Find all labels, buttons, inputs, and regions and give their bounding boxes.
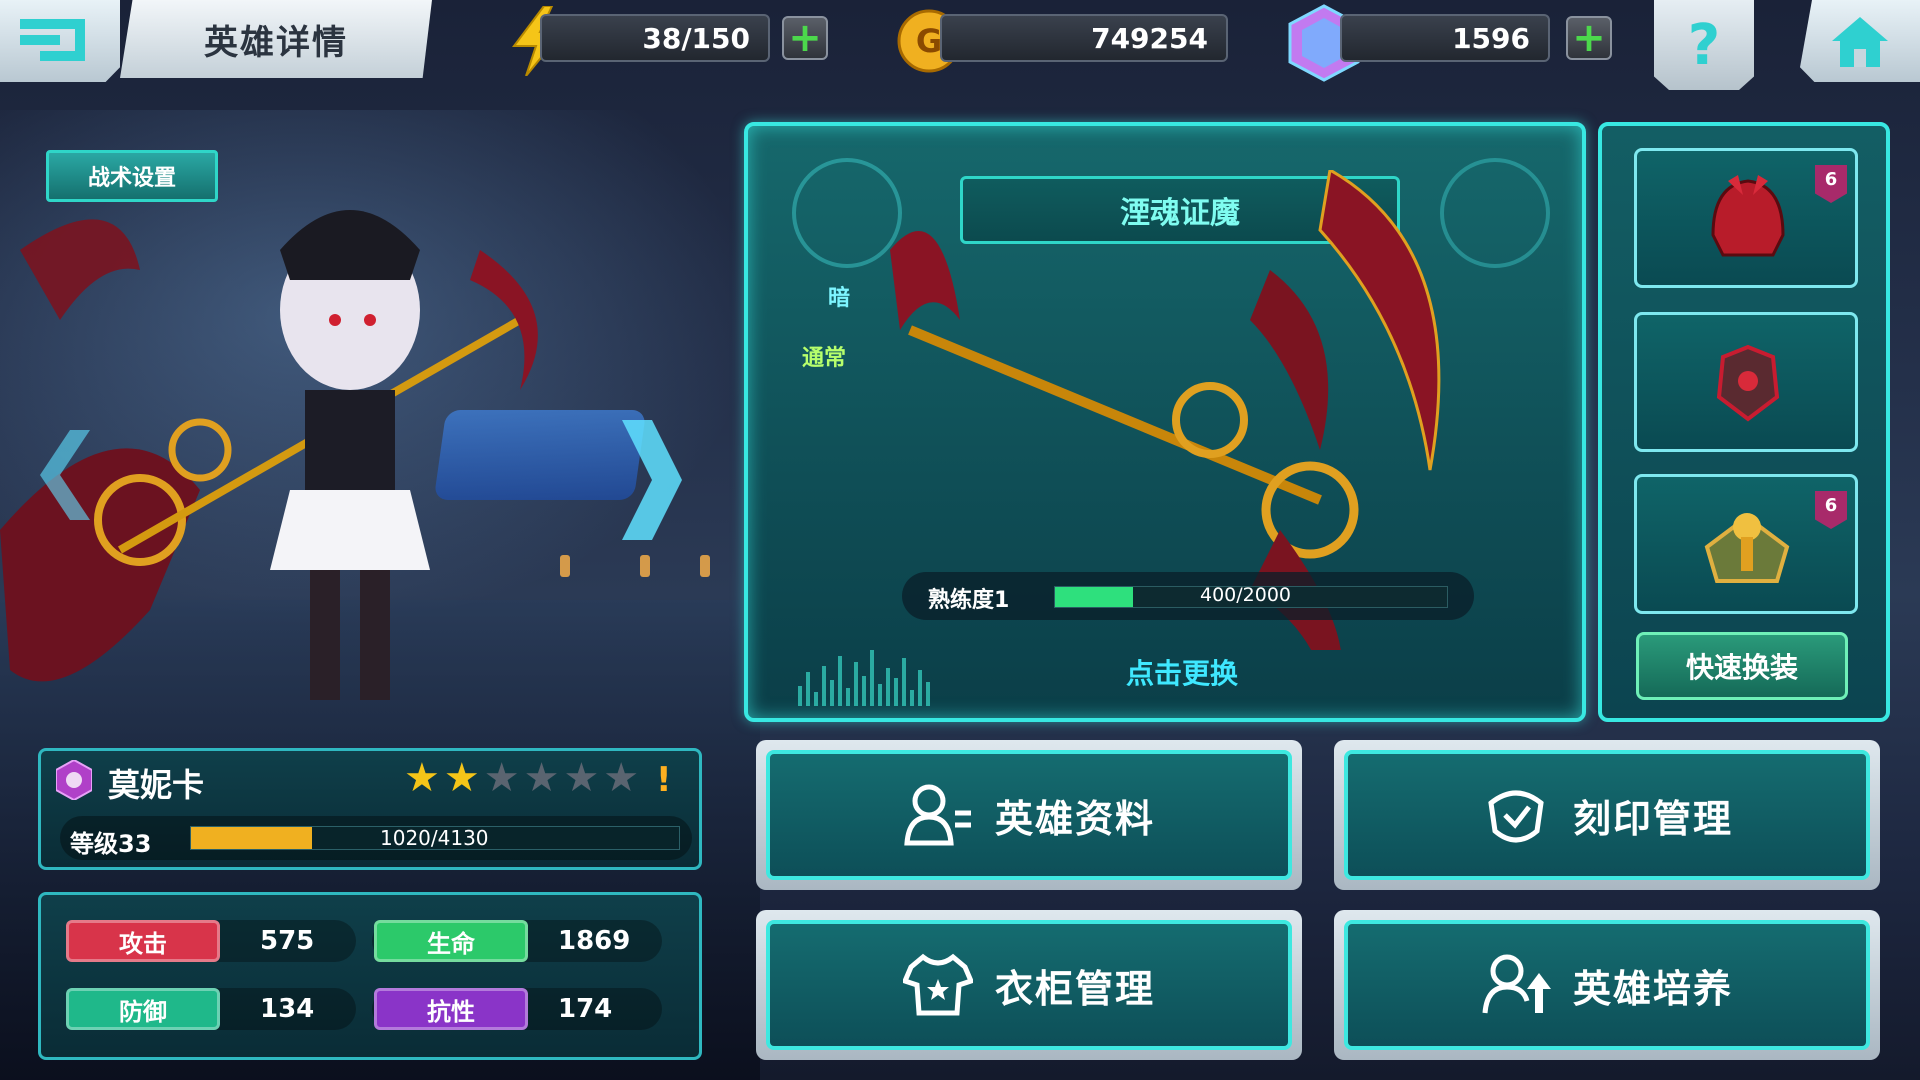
attack-value: 575 [260,926,315,956]
add-energy-button[interactable]: + [782,15,828,61]
hero-profile-button-inner: 英雄资料 [766,750,1292,880]
imprint-icon [1488,790,1544,843]
wardrobe-management-button-inner: 衣柜管理 [766,920,1292,1050]
prev-hero-arrow-icon[interactable] [40,430,90,520]
quick-change-label: 快速换装 [1685,651,1798,684]
slot-level-badge: 6 [1815,491,1847,529]
stats-panel [38,892,702,1060]
wardrobe-management-button[interactable]: 衣柜管理 [756,910,1302,1060]
imprint-management-button-inner: 刻印管理 [1344,750,1870,880]
proficiency-label: 熟练度1 [928,588,1010,613]
equalizer-bar [814,692,818,706]
equalizer-bar [862,676,866,706]
hero-training-button-inner: 英雄培养 [1344,920,1870,1050]
wardrobe-shirt-icon [902,953,973,1016]
equalizer-bar [854,662,858,706]
add-gems-button[interactable]: + [1566,15,1612,61]
hero-level: 等级33 [70,830,152,858]
hero-name: 莫妮卡 [108,766,205,804]
resist-value: 174 [558,994,613,1024]
star-empty-icon: ★ [483,755,520,801]
equalizer-bar [918,670,922,706]
xp-value: 1020/4130 [380,826,489,850]
hero-training-label: 英雄培养 [1572,966,1733,1011]
background-light [640,555,650,577]
equalizer-bar [838,656,842,706]
equalizer-bar [830,680,834,706]
equalizer-decoration [798,640,958,706]
hero-profile-button[interactable]: 英雄资料 [756,740,1302,890]
page-title-text: 英雄详情 [204,22,348,63]
quick-change-button[interactable]: 快速换装 [1636,632,1848,700]
slot-level-badge: 6 [1815,165,1847,203]
imprint-management-button[interactable]: 刻印管理 [1334,740,1880,890]
hero-profile-icon [904,784,971,846]
star-filled-icon: ★ [404,755,440,801]
hero-training-button[interactable]: 英雄培养 [1334,910,1880,1060]
gem-value: 1596 [1452,21,1530,55]
defense-value: 134 [260,994,315,1024]
equalizer-bar [878,684,882,706]
hero-character-art [0,210,538,700]
help-button[interactable]: ? [1654,0,1754,90]
question-icon: ? [1687,12,1721,78]
hero-star-rating: ★ ★ ★ ★ ★ ★ [404,758,639,798]
equipment-slot-accessory[interactable]: 6 [1634,474,1858,614]
resist-tag: 抗性 [374,988,528,1030]
equalizer-bar [822,666,826,706]
star-empty-icon: ★ [603,755,640,801]
star-empty-icon: ★ [563,755,600,801]
wardrobe-management-label: 衣柜管理 [994,966,1155,1011]
home-button[interactable] [1800,0,1920,82]
hero-profile-label: 英雄资料 [994,796,1155,841]
gold-value: 749254 [1091,21,1208,55]
proficiency-value: 400/2000 [1200,584,1292,606]
xp-fill [191,827,312,849]
star-empty-icon: ★ [523,755,560,801]
home-icon [1832,17,1888,67]
page-title: 英雄详情 [120,0,432,78]
equalizer-bar [910,690,914,706]
energy-value: 38/150 [642,21,750,55]
red-armor-icon [1716,344,1780,422]
attack-tag: 攻击 [66,920,220,962]
imprint-management-label: 刻印管理 [1572,796,1733,841]
back-arrow-icon [20,19,85,61]
background-light [700,555,710,577]
golden-emblem-icon [1704,513,1790,583]
upgrade-alert-icon[interactable]: ! [656,760,672,800]
defense-tag: 防御 [66,988,220,1030]
equalizer-bar [894,678,898,706]
equalizer-bar [870,650,874,706]
hero-class-icon [56,760,92,800]
equalizer-bar [806,672,810,706]
weapon-element: 暗 [828,286,851,311]
change-weapon-button[interactable]: 点击更换 [1126,652,1238,692]
equalizer-bar [902,658,906,706]
next-hero-arrow-icon[interactable] [622,420,682,540]
star-filled-icon: ★ [443,755,480,801]
proficiency-fill [1055,587,1134,607]
equalizer-bar [926,682,930,706]
hp-value: 1869 [558,926,631,956]
equipment-slot-helmet[interactable]: 6 [1634,148,1858,288]
gold-counter: 749254 [940,14,1228,62]
gem-counter: 1596 [1340,14,1550,62]
equalizer-bar [886,668,890,706]
energy-counter: 38/150 [540,14,770,62]
hp-tag: 生命 [374,920,528,962]
equalizer-bar [798,686,802,706]
svg-text:G: G [916,22,942,60]
hero-training-icon [1482,954,1551,1014]
weapon-attack-type: 通常 [802,346,847,371]
back-button[interactable] [0,0,120,82]
red-helmet-icon [1711,175,1785,257]
tactics-settings-label: 战术设置 [87,166,176,191]
equipment-slot-armor[interactable] [1634,312,1858,452]
equalizer-bar [846,688,850,706]
